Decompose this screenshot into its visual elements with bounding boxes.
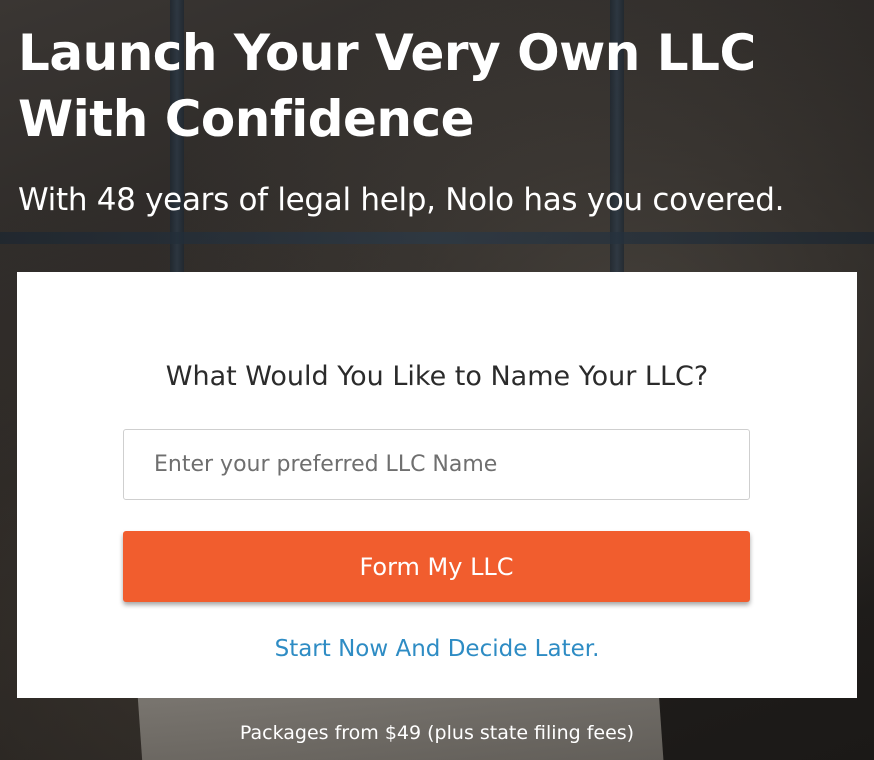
hero-subtitle: With 48 years of legal help, Nolo has yo… bbox=[18, 182, 785, 218]
form-heading: What Would You Like to Name Your LLC? bbox=[165, 361, 709, 392]
llc-name-input[interactable] bbox=[123, 429, 750, 500]
start-now-decide-later-link[interactable]: Start Now And Decide Later. bbox=[17, 632, 857, 666]
packages-price-note: Packages from $49 (plus state filing fee… bbox=[239, 722, 635, 744]
llc-name-form-card: What Would You Like to Name Your LLC? Fo… bbox=[17, 272, 857, 698]
hero-title: Launch Your Very Own LLC With Confidence bbox=[18, 24, 756, 148]
form-my-llc-button[interactable]: Form My LLC bbox=[123, 531, 750, 602]
window-frame-bar bbox=[0, 232, 874, 244]
